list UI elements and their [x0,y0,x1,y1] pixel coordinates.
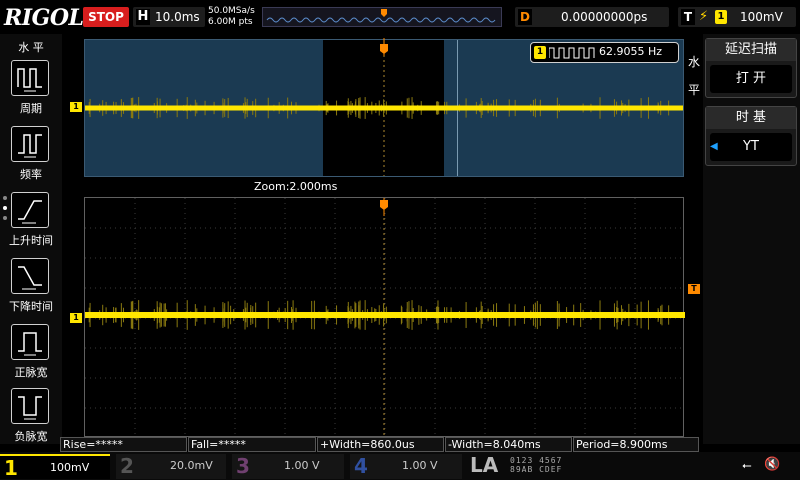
horizontal-scale-box[interactable]: H 10.0ms [133,7,205,27]
measure-item-label: 正脉宽 [14,366,48,379]
measure-item-frequency[interactable]: 频率 [0,122,62,184]
channel4-scale: 1.00 V [402,459,438,472]
run-stop-button[interactable]: STOP [83,7,129,27]
positive-width-icon [11,324,49,360]
channel2-number: 2 [120,454,134,478]
channel4-number: 4 [354,454,368,478]
trigger-level-value: 100mV [740,10,783,24]
rising-edge-icon: ⚡ [699,9,709,24]
measure-item-label: 频率 [20,168,42,181]
negative-width-icon [11,388,49,424]
zoom-scale-label: Zoom:2.000ms [254,180,338,193]
frequency-channel-badge: 1 [534,46,546,59]
measure-item-label: 周期 [20,102,42,115]
trigger-box[interactable]: T ⚡ 1 100mV [678,7,796,27]
delayed-sweep-header: 延迟扫描 [706,39,796,61]
measure-item-fall-time[interactable]: 下降时间 [0,254,62,316]
overview-trigger-position-marker[interactable] [379,38,389,59]
measure-item-rise-time[interactable]: 上升时间 [0,188,62,250]
frequency-value: 62.9055 Hz [599,45,663,58]
memory-overview-waveform [266,9,496,23]
overview-channel1-marker[interactable]: 1 [70,102,82,112]
timebase-value: YT [710,133,792,161]
horizontal-label: H [136,9,150,25]
logic-channel-indicators: 0123 4567 89AB CDEF [510,456,563,474]
square-wave-icon [549,47,595,59]
usb-icon: ⭠ [742,458,752,472]
acquisition-info: 50.0MSa/s 6.00M pts [208,6,255,28]
measure-item-positive-width[interactable]: 正脉宽 [0,320,62,382]
trigger-level-marker[interactable]: T [688,284,700,294]
timebase-button[interactable]: 时 基 YT ◀ [705,106,797,166]
menu-page-indicator [3,196,8,226]
measurement-bar: Rise=***** Fall=***** +Width=860.0us -Wi… [60,437,700,452]
delayed-sweep-button[interactable]: 延迟扫描 打 开 [705,38,797,98]
graticule [85,198,685,438]
measure-item-label: 负脉宽 [14,430,48,443]
frequency-icon [11,126,49,162]
overview-trigger-marker [381,9,387,17]
fall-time-icon [11,258,49,294]
delay-value: 0.00000000ps [561,10,648,24]
main-channel1-marker[interactable]: 1 [70,313,82,323]
delayed-sweep-value: 打 开 [710,65,792,93]
trigger-label: T [681,9,695,25]
channel-status-bar: 1 100mV 2 20.0mV 3 1.00 V 4 1.00 V LA 01… [0,452,800,480]
trigger-channel-badge: 1 [715,10,727,24]
brand-logo: RIGOL [4,5,84,31]
frequency-counter: 1 62.9055 Hz [530,42,679,63]
channel3-scale: 1.00 V [284,459,320,472]
measurement-rise[interactable]: Rise=***** [60,437,187,452]
zoomed-waveform-grid[interactable] [84,197,685,438]
channel1-tab[interactable]: 1 100mV [0,454,110,480]
left-arrow-icon: ◀ [710,141,718,152]
side-title-char-1: 水 [688,55,701,69]
channel2-tab[interactable]: 2 20.0mV [116,454,226,479]
speaker-muted-icon[interactable]: 🔇 [764,457,780,472]
measure-item-label: 上升时间 [9,234,53,247]
delay-label: D [518,9,532,25]
measurement-positive-width[interactable]: +Width=860.0us [317,437,444,452]
top-status-bar: RIGOL STOP H 10.0ms 50.0MSa/s 6.00M pts … [0,0,800,34]
measurement-period[interactable]: Period=8.900ms [573,437,699,452]
timebase-header: 时 基 [706,107,796,129]
channel3-tab[interactable]: 3 1.00 V [232,454,344,479]
channel3-number: 3 [236,454,250,478]
memory-depth: 6.00M pts [208,17,253,27]
main-trigger-position-marker[interactable] [379,198,389,219]
measure-menu: 水 平 周期 频率 上升时间 下降时间 正脉宽 负脉宽 [0,34,62,444]
measure-item-negative-width[interactable]: 负脉宽 [0,384,62,446]
channel4-tab[interactable]: 4 1.00 V [350,454,462,479]
horizontal-menu: 延迟扫描 打 开 时 基 YT ◀ [703,34,800,444]
channel1-number: 1 [4,456,18,480]
sample-rate: 50.0MSa/s [208,6,255,16]
channel2-scale: 20.0mV [170,459,213,472]
side-title-char-2: 平 [688,83,701,97]
period-icon [11,60,49,96]
measure-item-label: 下降时间 [9,300,53,313]
horizontal-scale-value: 10.0ms [155,10,200,24]
measurement-negative-width[interactable]: -Width=8.040ms [445,437,572,452]
delay-box[interactable]: D 0.00000000ps [515,7,669,27]
memory-overview-bar[interactable] [262,7,502,27]
measurement-fall[interactable]: Fall=***** [188,437,316,452]
measure-item-period[interactable]: 周期 [0,56,62,118]
measure-menu-title: 水 平 [18,41,44,54]
rise-time-icon [11,192,49,228]
logic-analyzer-label[interactable]: LA [470,453,498,477]
channel1-scale: 100mV [50,461,90,474]
